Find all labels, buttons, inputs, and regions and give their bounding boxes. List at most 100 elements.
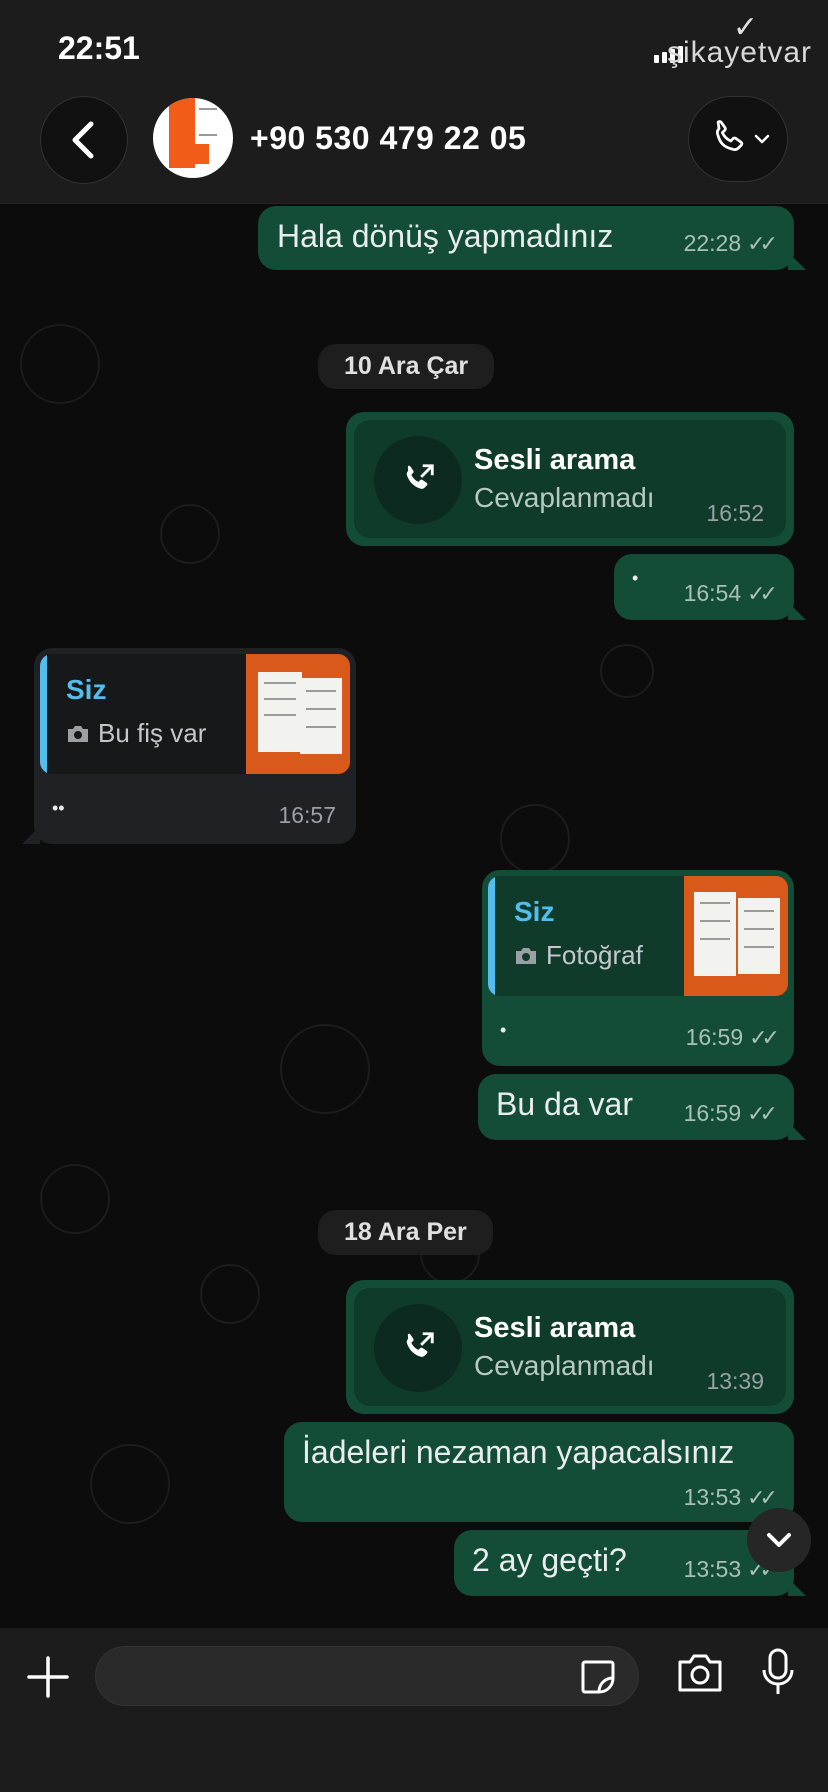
receipt-line (264, 714, 296, 716)
message-input[interactable] (95, 1646, 639, 1706)
call-card: Sesli arama Cevaplanmadı 13:39 (354, 1288, 786, 1406)
chat-header: +90 530 479 22 05 (0, 96, 828, 204)
call-status: Cevaplanmadı (474, 482, 655, 513)
wallpaper-doodle (500, 804, 570, 874)
message-meta: 16:59 ✓✓ (685, 1024, 780, 1051)
bubble-tail (788, 1578, 806, 1596)
avatar[interactable] (153, 98, 233, 178)
camera-icon (516, 947, 536, 964)
receipt-line (700, 902, 730, 904)
bubble-tail (788, 252, 806, 270)
bubble-tail (788, 1122, 806, 1140)
receipt-image (258, 672, 302, 752)
date-separator: 18 Ara Per (318, 1210, 493, 1255)
quote-author: Siz (514, 896, 555, 927)
message-bubble[interactable]: Bu da var 16:59 ✓✓ (478, 1074, 806, 1140)
message-time: 16:59 (685, 1024, 744, 1050)
receipt-line (306, 726, 336, 728)
contact-name[interactable]: +90 530 479 22 05 (250, 120, 526, 157)
message-time: 22:28 (683, 230, 742, 256)
message-time: 13:39 (706, 1368, 764, 1394)
message-bubble[interactable]: İadeleri nezaman yapacalsınız 13:53 ✓✓ (284, 1422, 794, 1522)
quote-author: Siz (66, 674, 107, 705)
receipt-line (744, 928, 774, 930)
chevron-down-icon (754, 134, 770, 144)
receipt-image (694, 892, 736, 976)
receipt-line (306, 708, 336, 710)
date-separator: 10 Ara Çar (318, 344, 495, 389)
quoted-message[interactable]: Siz Bu fiş var (40, 654, 350, 774)
wallpaper-doodle (600, 644, 654, 698)
call-card: Sesli arama Cevaplanmadı 16:52 (354, 420, 786, 538)
call-status: Cevaplanmadı (474, 1350, 655, 1381)
microphone-button[interactable] (760, 1648, 796, 1701)
message-text: Bu da var (496, 1086, 633, 1122)
sticker-button[interactable] (579, 1658, 617, 1701)
bubble-tail (22, 826, 40, 844)
message-meta: 22:28 ✓✓ (683, 230, 778, 257)
receipt-line (700, 938, 730, 940)
receipt-image (300, 678, 342, 754)
status-time: 22:51 (58, 30, 140, 66)
camera-button[interactable] (676, 1652, 724, 1699)
receipt-line (306, 690, 336, 692)
call-bubble[interactable]: Sesli arama Cevaplanmadı 16:52 (346, 412, 794, 546)
quote-text-label: Fotoğraf (546, 940, 643, 970)
attach-button[interactable] (26, 1652, 70, 1702)
camera-icon (68, 725, 88, 742)
quote-accent-bar (488, 876, 495, 996)
receipt-line (744, 946, 774, 948)
read-ticks-icon: ✓✓ (747, 1484, 778, 1510)
message-meta: 16:54 ✓✓ (683, 580, 778, 607)
quote-text: Bu fiş var (66, 718, 206, 749)
wallpaper-doodle (40, 1164, 110, 1234)
message-bubble[interactable]: 2 ay geçti? 13:53 ✓✓ (454, 1530, 806, 1596)
call-title: Sesli arama (474, 1312, 636, 1344)
message-time: 16:57 (278, 802, 336, 828)
wallpaper-doodle (90, 1444, 170, 1524)
message-bubble[interactable]: Siz Fotoğraf • 16:59 ✓✓ (482, 870, 794, 1066)
read-ticks-icon: ✓✓ (749, 1024, 780, 1050)
voice-call-button[interactable] (688, 96, 788, 182)
outgoing-call-icon (406, 1332, 434, 1357)
call-title: Sesli arama (474, 444, 636, 476)
call-bubble[interactable]: Sesli arama Cevaplanmadı 13:39 (346, 1280, 794, 1414)
plus-icon (27, 1656, 69, 1698)
message-meta: 13:53 ✓✓ (684, 1484, 778, 1511)
avatar-logo-lines (199, 108, 217, 136)
scroll-to-bottom-button[interactable] (747, 1508, 811, 1572)
message-time: 16:59 (683, 1100, 742, 1126)
message-time: 16:52 (706, 500, 764, 526)
outgoing-call-icon (406, 464, 434, 489)
quoted-message[interactable]: Siz Fotoğraf (488, 876, 788, 996)
message-time: 13:53 (683, 1556, 742, 1582)
photo-thumbnail[interactable] (684, 876, 788, 996)
call-icon-circle (374, 436, 462, 524)
message-text: •• (52, 798, 65, 818)
message-text: • (500, 1020, 507, 1040)
read-ticks-icon: ✓✓ (747, 230, 778, 256)
wallpaper-doodle (160, 504, 220, 564)
back-button[interactable] (40, 96, 128, 184)
message-time: 16:54 (683, 580, 742, 606)
composer-bar (0, 1628, 828, 1792)
quote-text: Fotoğraf (514, 940, 643, 971)
message-bubble-incoming[interactable]: Siz Bu fiş var •• 16:57 (22, 648, 356, 844)
wallpaper-doodle (20, 324, 100, 404)
receipt-line (264, 682, 296, 684)
wallpaper-doodle (280, 1024, 370, 1114)
call-icon-circle (374, 1304, 462, 1392)
microphone-icon (762, 1648, 794, 1694)
chat-area[interactable]: Hala dönüş yapmadınız 22:28 ✓✓ 10 Ara Ça… (0, 204, 828, 1628)
watermark: şikayetvar (666, 36, 812, 69)
photo-thumbnail[interactable] (246, 654, 350, 774)
status-bar: 22:51 ✓ şikayetvar (0, 0, 828, 96)
message-bubble[interactable]: Hala dönüş yapmadınız 22:28 ✓✓ (258, 206, 806, 270)
avatar-logo-shape (187, 144, 209, 164)
message-text: 2 ay geçti? (472, 1542, 627, 1578)
message-bubble[interactable]: • 16:54 ✓✓ (614, 554, 806, 620)
read-ticks-icon: ✓✓ (747, 580, 778, 606)
chevron-down-icon (767, 1533, 791, 1547)
message-text: Hala dönüş yapmadınız (277, 218, 614, 254)
chevron-left-icon (72, 121, 94, 159)
